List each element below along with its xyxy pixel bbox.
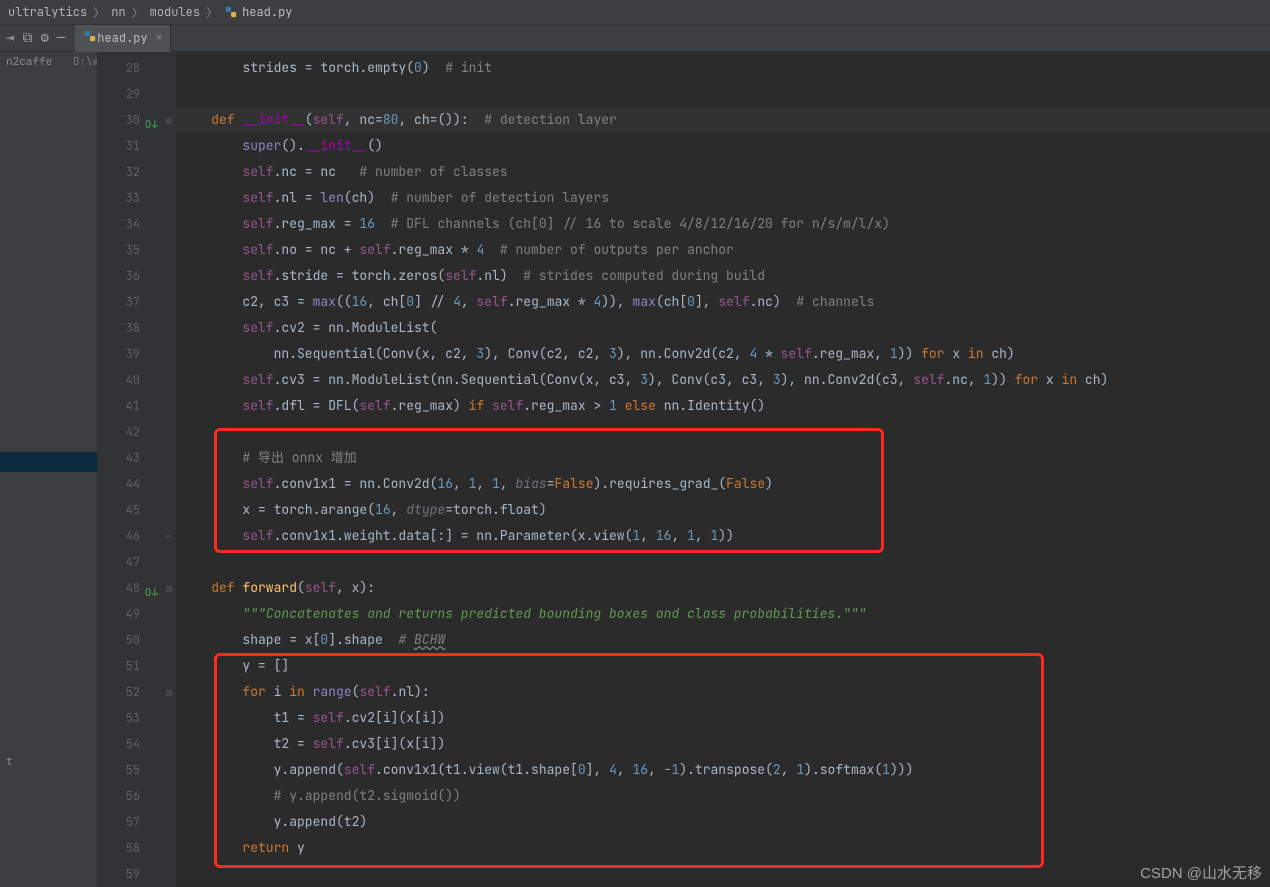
breadcrumb-file[interactable]: head.py <box>242 4 292 20</box>
fold-icon[interactable]: ⊟ <box>162 679 176 705</box>
breadcrumb: ultralytics 〉 nn 〉 modules 〉 head.py <box>0 0 1270 25</box>
chevron-right-icon: 〉 <box>132 4 144 21</box>
code-area[interactable]: strides = torch.empty(0) # init def __in… <box>176 52 1270 887</box>
fold-icon[interactable]: ⊟ <box>162 107 176 133</box>
editor-toolbar: ⇥ ⧉ ⚙ — head.py ✕ <box>0 25 1270 52</box>
watermark: CSDN @山水无移 <box>1140 862 1262 883</box>
project-sidebar[interactable]: n2caffe D:\worksp t <box>0 52 98 887</box>
minus-icon[interactable]: — <box>57 29 65 47</box>
breadcrumb-part[interactable]: ultralytics <box>8 4 87 20</box>
gear-icon[interactable]: ⚙ <box>40 29 48 47</box>
fold-end-icon[interactable]: ⌐ <box>162 523 176 549</box>
chevron-right-icon: 〉 <box>93 4 105 21</box>
fold-gutter: ⊟ ⌐ ⊟ ⊟ <box>162 52 176 887</box>
expand-icon[interactable]: ⧉ <box>22 29 32 47</box>
code-editor[interactable]: 28 29 30O↓ 31 32 33 34 35 36 37 38 39 40… <box>98 52 1270 887</box>
line-gutter: 28 29 30O↓ 31 32 33 34 35 36 37 38 39 40… <box>98 52 162 887</box>
python-file-icon <box>83 29 97 47</box>
tab-label: head.py <box>97 30 147 46</box>
sidebar-item[interactable]: t <box>0 752 97 772</box>
sidebar-item[interactable]: n2caffe D:\worksp <box>0 52 97 72</box>
sidebar-item-selected[interactable] <box>0 452 97 472</box>
collapse-icon[interactable]: ⇥ <box>6 29 14 47</box>
close-icon[interactable]: ✕ <box>156 31 163 45</box>
breadcrumb-part[interactable]: modules <box>150 4 200 20</box>
chevron-right-icon: 〉 <box>206 4 218 21</box>
breadcrumb-part[interactable]: nn <box>111 4 125 20</box>
fold-icon[interactable]: ⊟ <box>162 575 176 601</box>
tab-head-py[interactable]: head.py ✕ <box>75 25 171 52</box>
python-file-icon <box>224 5 238 19</box>
